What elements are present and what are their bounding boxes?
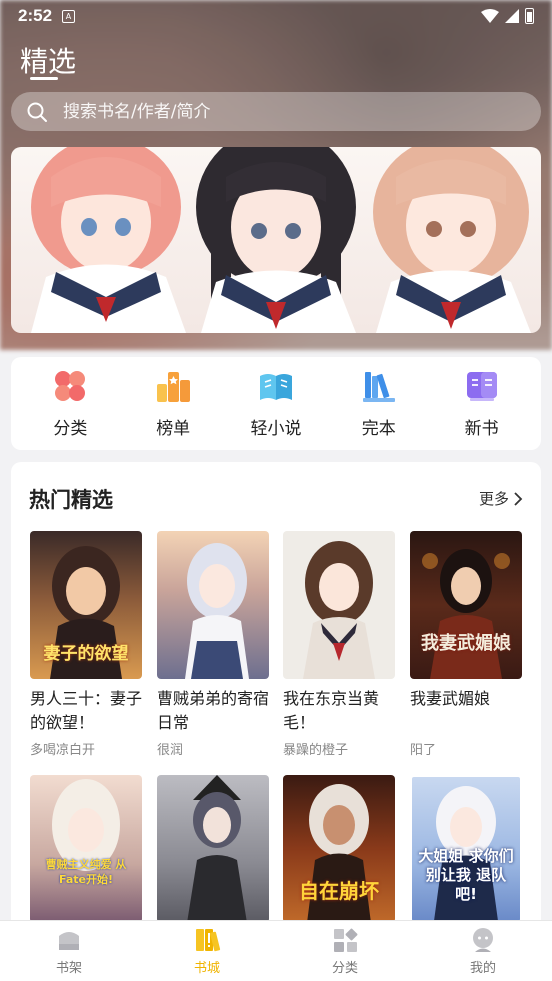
status-time: 2:52 (18, 6, 53, 25)
nav-category-label: 分类 (53, 419, 88, 439)
nav-ranking-label: 榜单 (156, 419, 191, 439)
nav-new-books-label: 新书 (464, 419, 499, 439)
bookstore-icon (196, 929, 221, 952)
book-card[interactable]: 我在东京当黄毛！ 暴躁的橙子 (283, 531, 395, 758)
wifi-icon (481, 9, 499, 23)
search-input[interactable] (63, 101, 493, 122)
book-title: 男人三十：妻子的欲望！ (30, 689, 142, 732)
book-cover: 我妻武媚娘 (410, 531, 522, 679)
banner-character-3 (373, 147, 531, 333)
battery-icon (525, 8, 534, 24)
more-label: 更多 (478, 490, 509, 508)
quick-nav: 分类 榜单 轻小说 完本 新书 (11, 357, 541, 450)
profile-icon (473, 928, 493, 952)
search-icon (27, 102, 47, 122)
book-title: 我妻武媚娘 (410, 689, 491, 708)
tab-bookshelf-label: 书架 (55, 961, 82, 976)
nav-light-novel[interactable]: 轻小说 (231, 368, 321, 439)
tab-profile-label: 我的 (469, 961, 496, 976)
nav-light-novel-label: 轻小说 (250, 419, 302, 439)
book-cover (283, 531, 395, 679)
tab-bookstore[interactable]: 书城 (157, 926, 257, 976)
tab-category[interactable]: 分类 (295, 926, 395, 976)
book-card[interactable] (157, 775, 269, 923)
nav-new-books[interactable]: 新书 (437, 368, 527, 439)
book-card[interactable]: 大姐姐 求你们别让我 退队吧! (410, 775, 522, 923)
page-title: 精选 (20, 45, 77, 78)
banner-character-1 (31, 147, 186, 333)
banner-image (31, 147, 531, 333)
nav-category[interactable]: 分类 (25, 368, 115, 439)
tab-category-label: 分类 (331, 961, 358, 976)
book-cover: 曹贼主义纯爱 从Fate开始! (30, 775, 142, 923)
book-cover (157, 775, 269, 923)
category-tab-icon (334, 928, 358, 952)
status-bar: 2:52 A (0, 0, 552, 32)
hot-picks-section: 热门精选 更多 妻子的欲望 男人三十：妻子的欲望！ 多喝凉白开 曹贼弟弟的寄宿日… (11, 462, 541, 932)
search-bar[interactable] (11, 92, 541, 131)
signal-icon (505, 9, 519, 23)
more-link[interactable]: 更多 (479, 488, 523, 509)
cover-title: 自在崩坏 (299, 879, 379, 903)
cover-title: 曹贼主义纯爱 从Fate开始! (45, 858, 127, 886)
book-author: 多喝凉白开 (30, 743, 96, 758)
book-title: 我在东京当黄毛！ (283, 689, 380, 732)
light-novel-icon (259, 374, 292, 400)
book-card[interactable]: 我妻武媚娘 我妻武媚娘 阳了 (410, 531, 522, 758)
finished-books-icon (362, 372, 395, 402)
nav-ranking[interactable]: 榜单 (128, 368, 218, 439)
notification-badge-icon: A (62, 9, 76, 23)
tab-profile[interactable]: 我的 (433, 926, 533, 976)
bottom-tab-bar: 书架 书城 分类 我的 (0, 920, 552, 981)
tab-bookstore-label: 书城 (193, 961, 220, 976)
nav-finished-label: 完本 (361, 419, 396, 439)
banner-carousel[interactable] (11, 147, 541, 333)
bookshelf-icon (59, 932, 79, 950)
nav-finished[interactable]: 完本 (334, 368, 424, 439)
book-card[interactable]: 曹贼弟弟的寄宿日常 很润 (157, 531, 269, 758)
book-card[interactable]: 妻子的欲望 男人三十：妻子的欲望！ 多喝凉白开 (30, 531, 142, 758)
book-author: 暴躁的橙子 (283, 743, 349, 758)
book-author: 很润 (157, 743, 184, 758)
status-icons (481, 8, 534, 24)
book-cover (157, 531, 269, 679)
new-book-icon (466, 372, 497, 401)
banner-character-2 (196, 147, 356, 333)
chevron-right-icon (514, 491, 523, 506)
tab-bookshelf[interactable]: 书架 (19, 926, 119, 976)
book-title: 曹贼弟弟的寄宿日常 (157, 689, 269, 732)
book-cover: 妻子的欲望 (30, 531, 142, 679)
book-author: 阳了 (410, 743, 437, 758)
cover-title: 妻子的欲望 (43, 644, 129, 664)
book-cover: 自在崩坏 (283, 775, 395, 923)
book-card[interactable]: 曹贼主义纯爱 从Fate开始! (30, 775, 142, 923)
book-cover: 大姐姐 求你们别让我 退队吧! (410, 775, 522, 923)
ranking-icon (157, 372, 191, 402)
cover-title: 大姐姐 求你们别让我 退队吧! (418, 847, 514, 903)
title-indicator (30, 77, 58, 80)
cover-title: 我妻武媚娘 (421, 633, 511, 654)
category-icon (55, 371, 86, 401)
section-title: 热门精选 (29, 488, 113, 512)
book-card[interactable]: 自在崩坏 (283, 775, 395, 923)
